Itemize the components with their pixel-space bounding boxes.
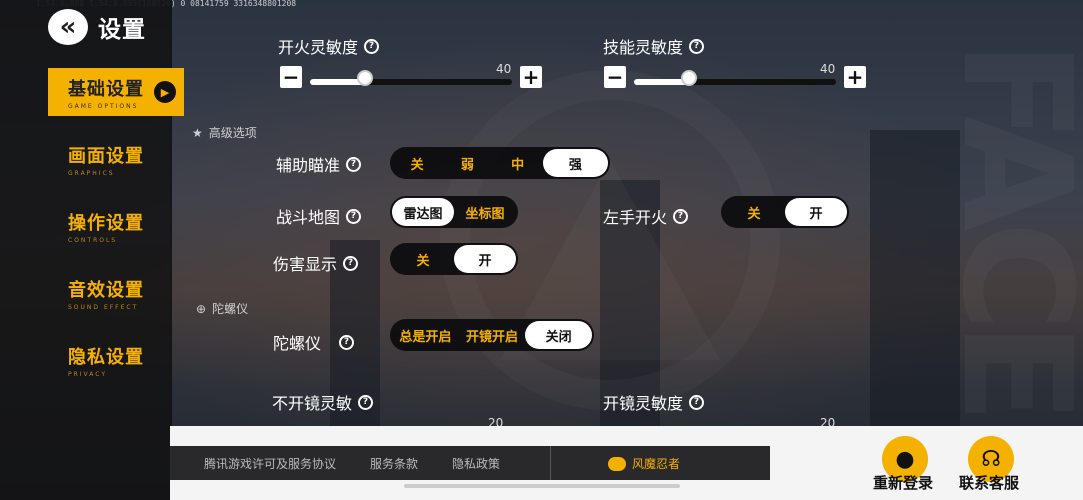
- sidebar-item-privacy[interactable]: 隐私设置 PRIVACY: [48, 336, 184, 384]
- damage-display-toggle: 关 开: [390, 243, 518, 275]
- relogin-label: 重新登录: [873, 474, 934, 492]
- advanced-options-header: ★ 高级选项: [192, 125, 257, 141]
- star-icon: ★: [192, 125, 203, 140]
- sidebar: « 设置 基础设置 GAME OPTIONS ▶ 画面设置 GRAPHICS 操…: [0, 0, 184, 500]
- aim-assist-medium[interactable]: 中: [492, 149, 542, 177]
- fire-sensitivity-slider[interactable]: − 40 +: [280, 62, 542, 90]
- left-fire-toggle: 关 开: [721, 196, 849, 228]
- double-chevron-left-icon: «: [59, 12, 77, 42]
- wechat-icon: [608, 456, 626, 471]
- plus-button[interactable]: +: [844, 66, 866, 88]
- play-icon: ▶: [154, 81, 176, 103]
- help-icon[interactable]: ?: [343, 255, 359, 271]
- damage-display-off[interactable]: 关: [392, 245, 454, 273]
- footer-links-bar: 腾讯游戏许可及服务协议 服务条款 隐私政策 风魔忍者: [170, 446, 770, 480]
- slider-knob[interactable]: [681, 70, 697, 86]
- damage-display-on[interactable]: 开: [454, 245, 516, 273]
- aim-assist-strong[interactable]: 强: [542, 149, 608, 177]
- help-icon[interactable]: ?: [689, 38, 705, 54]
- help-icon[interactable]: ?: [339, 334, 355, 350]
- aim-assist-label: 辅助瞄准?: [276, 152, 362, 176]
- battle-map-label: 战斗地图?: [276, 204, 362, 228]
- headset-icon: ☊: [981, 446, 1001, 472]
- sidebar-item-sound[interactable]: 音效设置 SOUND EFFECT: [48, 269, 184, 317]
- privacy-link[interactable]: 隐私政策: [452, 455, 500, 472]
- battle-map-toggle: 雷达图 坐标图: [390, 196, 518, 228]
- help-icon[interactable]: ?: [346, 156, 362, 172]
- wechat-icon: ●: [895, 446, 915, 472]
- damage-display-label: 伤害显示?: [273, 251, 359, 275]
- gyro-toggle: 总是开启 开镜开启 关闭: [390, 319, 594, 351]
- slider-knob[interactable]: [357, 70, 373, 86]
- gyro-icon: ⊕: [196, 301, 207, 316]
- scope-sensitivity-label: 开镜灵敏度?: [603, 390, 705, 414]
- aim-assist-off[interactable]: 关: [392, 149, 442, 177]
- back-button[interactable]: «: [48, 9, 88, 45]
- gyro-scope[interactable]: 开镜开启: [459, 321, 526, 349]
- skill-sensitivity-label: 技能灵敏度?: [603, 34, 705, 58]
- skill-sensitivity-slider[interactable]: − 40 +: [604, 62, 866, 90]
- sidebar-item-graphics[interactable]: 画面设置 GRAPHICS: [48, 135, 184, 183]
- minus-button[interactable]: −: [604, 66, 626, 88]
- help-icon[interactable]: ?: [364, 38, 380, 54]
- aim-assist-toggle: 关 弱 中 强: [390, 147, 610, 179]
- community-link[interactable]: 风魔忍者: [608, 455, 680, 472]
- help-icon[interactable]: ?: [346, 208, 362, 224]
- help-icon[interactable]: ?: [358, 394, 374, 410]
- minus-button[interactable]: −: [280, 66, 302, 88]
- gyro-off[interactable]: 关闭: [525, 321, 593, 349]
- help-icon[interactable]: ?: [689, 394, 705, 410]
- terms-link[interactable]: 服务条款: [370, 455, 418, 472]
- left-fire-label: 左手开火?: [603, 204, 689, 228]
- left-fire-off[interactable]: 关: [723, 198, 785, 226]
- gyro-label: 陀螺仪?: [273, 330, 355, 354]
- no-scope-sensitivity-label: 不开镜灵敏?: [272, 390, 374, 414]
- sidebar-item-game-options[interactable]: 基础设置 GAME OPTIONS ▶: [48, 68, 184, 116]
- support-label: 联系客服: [959, 474, 1020, 492]
- fire-sensitivity-label: 开火灵敏度?: [278, 34, 380, 58]
- plus-button[interactable]: +: [520, 66, 542, 88]
- page-title: 设置: [98, 17, 146, 43]
- license-link[interactable]: 腾讯游戏许可及服务协议: [204, 455, 336, 472]
- battle-map-radar[interactable]: 雷达图: [392, 198, 454, 226]
- gyro-header: ⊕ 陀螺仪: [196, 301, 249, 317]
- aim-assist-weak[interactable]: 弱: [442, 149, 492, 177]
- help-icon[interactable]: ?: [673, 208, 689, 224]
- gyro-always[interactable]: 总是开启: [392, 321, 459, 349]
- scroll-indicator[interactable]: [404, 484, 680, 488]
- sidebar-item-controls[interactable]: 操作设置 CONTROLS: [48, 202, 184, 250]
- left-fire-on[interactable]: 开: [785, 198, 847, 226]
- battle-map-coords[interactable]: 坐标图: [454, 198, 516, 226]
